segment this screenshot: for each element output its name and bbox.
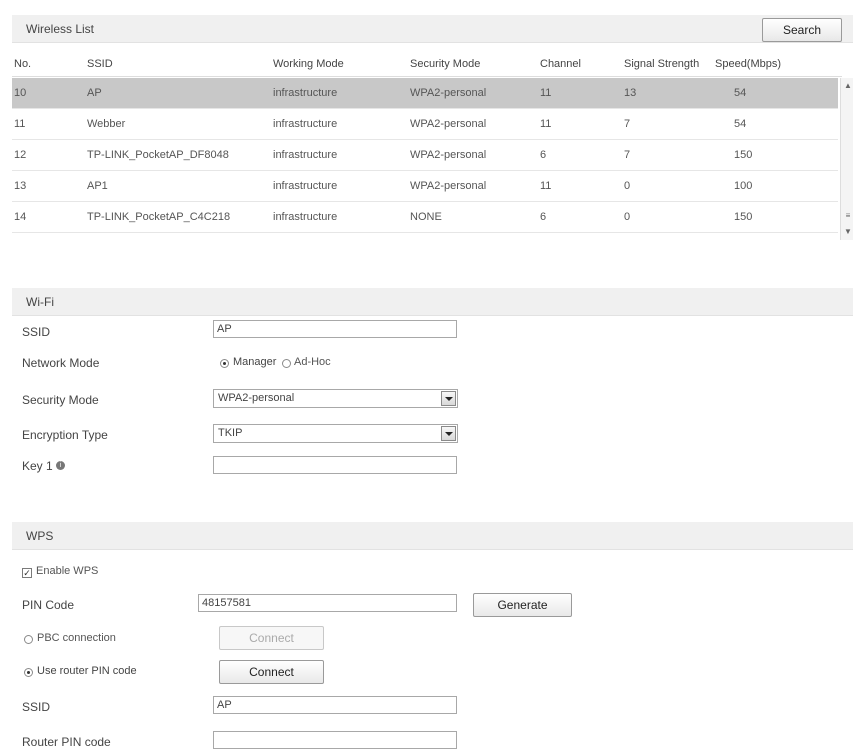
scroll-down-icon[interactable]: ▼ — [842, 226, 853, 238]
pin-code-label: PIN Code — [22, 598, 75, 612]
manager-radio-label: Manager — [233, 356, 277, 368]
wps-ssid-input[interactable] — [213, 696, 457, 714]
use-router-pin-radio[interactable] — [24, 668, 33, 677]
cell-security-mode: WPA2-personal — [410, 118, 487, 130]
cell-signal-strength: 7 — [624, 149, 631, 161]
column-header-signal-strength: Signal Strength — [624, 58, 700, 70]
table-row[interactable]: 13 AP1 infrastructure WPA2-personal 11 0… — [12, 171, 838, 202]
pbc-connect-button[interactable]: Connect — [219, 626, 324, 650]
table-row[interactable]: 10 AP infrastructure WPA2-personal 11 13… — [12, 78, 838, 109]
wps-title: WPS — [26, 529, 54, 543]
search-button[interactable]: Search — [762, 18, 842, 42]
scroll-grip-icon[interactable]: ≡ — [842, 210, 853, 222]
cell-channel: 6 — [540, 211, 547, 223]
cell-channel: 11 — [540, 180, 552, 192]
cell-speed: 150 — [734, 149, 753, 161]
table-row[interactable]: 12 TP-LINK_PocketAP_DF8048 infrastructur… — [12, 140, 838, 171]
adhoc-radio[interactable] — [282, 359, 291, 368]
security-mode-select[interactable]: WPA2-personal — [213, 389, 458, 408]
column-header-ssid: SSID — [87, 58, 113, 70]
chevron-down-icon[interactable] — [441, 391, 456, 406]
table-header: No. SSID Working Mode Security Mode Chan… — [12, 52, 842, 77]
router-pin-connect-button[interactable]: Connect — [219, 660, 324, 684]
enable-wps-checkbox[interactable]: ✓ — [22, 568, 32, 578]
cell-ssid: Webber — [87, 118, 126, 130]
cell-working-mode: infrastructure — [273, 87, 338, 99]
column-header-channel: Channel — [540, 58, 581, 70]
key1-label: Key 1 — [22, 459, 53, 473]
scroll-up-icon[interactable]: ▲ — [842, 80, 853, 92]
cell-signal-strength: 7 — [624, 118, 631, 130]
generate-button[interactable]: Generate — [473, 593, 572, 617]
table-row[interactable]: 14 TP-LINK_PocketAP_C4C218 infrastructur… — [12, 202, 838, 233]
cell-security-mode: WPA2-personal — [410, 149, 487, 161]
cell-channel: 11 — [540, 118, 552, 130]
cell-no: 13 — [14, 180, 27, 192]
column-header-no: No. — [14, 58, 32, 70]
cell-channel: 6 — [540, 149, 547, 161]
use-router-pin-label: Use router PIN code — [37, 665, 137, 677]
pin-code-input[interactable] — [198, 594, 457, 612]
cell-speed: 54 — [734, 118, 747, 130]
cell-security-mode: WPA2-personal — [410, 87, 487, 99]
cell-no: 14 — [14, 211, 27, 223]
adhoc-radio-label: Ad-Hoc — [294, 356, 331, 368]
wireless-list-title: Wireless List — [26, 22, 95, 36]
wps-ssid-label: SSID — [22, 700, 51, 714]
column-header-security-mode: Security Mode — [410, 58, 481, 70]
cell-ssid: AP1 — [87, 180, 108, 192]
table-scrollbar[interactable]: ▲ ≡ ▼ — [840, 78, 853, 240]
chevron-down-icon[interactable] — [441, 426, 456, 441]
cell-working-mode: infrastructure — [273, 149, 338, 161]
security-mode-label: Security Mode — [22, 393, 99, 407]
cell-ssid: TP-LINK_PocketAP_C4C218 — [87, 211, 231, 223]
wps-header: WPS — [12, 522, 853, 550]
cell-no: 11 — [14, 118, 26, 130]
cell-signal-strength: 13 — [624, 87, 637, 99]
cell-no: 12 — [14, 149, 27, 161]
key1-input[interactable] — [213, 456, 457, 474]
cell-security-mode: NONE — [410, 211, 442, 223]
enable-wps-label: Enable WPS — [36, 565, 99, 577]
table-row[interactable]: 11 Webber infrastructure WPA2-personal 1… — [12, 109, 838, 140]
cell-signal-strength: 0 — [624, 180, 631, 192]
column-header-working-mode: Working Mode — [273, 58, 344, 70]
wireless-table: No. SSID Working Mode Security Mode Chan… — [12, 52, 853, 272]
cell-ssid: TP-LINK_PocketAP_DF8048 — [87, 149, 229, 161]
cell-working-mode: infrastructure — [273, 118, 338, 130]
wireless-list-header: Wireless List — [12, 15, 853, 43]
pbc-connection-radio[interactable] — [24, 635, 33, 644]
encryption-type-label: Encryption Type — [22, 428, 108, 442]
wifi-title: Wi-Fi — [26, 295, 54, 309]
encryption-type-value: TKIP — [218, 427, 243, 439]
pbc-connection-label: PBC connection — [37, 632, 116, 644]
manager-radio[interactable] — [220, 359, 229, 368]
info-icon[interactable]: i — [56, 461, 65, 470]
router-pin-code-input[interactable] — [213, 731, 457, 749]
cell-channel: 11 — [540, 87, 552, 99]
wifi-header: Wi-Fi — [12, 288, 853, 316]
wifi-ssid-input[interactable] — [213, 320, 457, 338]
column-header-speed: Speed(Mbps) — [715, 58, 782, 70]
cell-working-mode: infrastructure — [273, 211, 338, 223]
cell-speed: 150 — [734, 211, 753, 223]
encryption-type-select[interactable]: TKIP — [213, 424, 458, 443]
cell-speed: 54 — [734, 87, 747, 99]
wifi-ssid-label: SSID — [22, 325, 51, 339]
security-mode-value: WPA2-personal — [218, 392, 295, 404]
cell-security-mode: WPA2-personal — [410, 180, 487, 192]
cell-ssid: AP — [87, 87, 102, 99]
cell-speed: 100 — [734, 180, 753, 192]
network-mode-label: Network Mode — [22, 356, 100, 370]
cell-working-mode: infrastructure — [273, 180, 338, 192]
router-pin-code-label: Router PIN code — [22, 735, 111, 749]
cell-no: 10 — [14, 87, 27, 99]
cell-signal-strength: 0 — [624, 211, 631, 223]
